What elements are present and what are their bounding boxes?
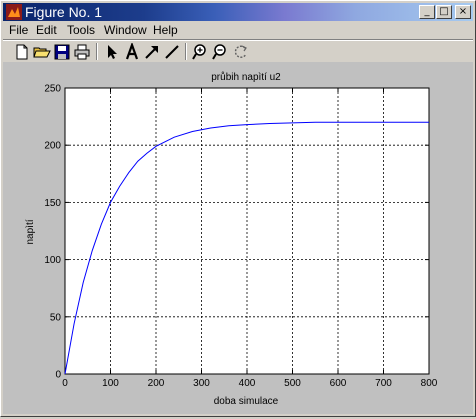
maximize-icon: □: [439, 6, 449, 17]
select-arrow-icon[interactable]: [103, 43, 121, 61]
figure-canvas: průbih napìtí u2 0 100 200 300 400 500 600 700 8…: [3, 62, 473, 414]
title-bar[interactable]: Figure No. 1 _ □ ×: [3, 3, 473, 21]
y-tick-label: 0: [55, 370, 61, 381]
maximize-button[interactable]: □: [436, 5, 452, 19]
y-tick-label: 200: [44, 141, 61, 152]
x-tick-label: 200: [148, 378, 165, 389]
x-tick-labels: 0 100 200 300 400 500 600 700 800: [62, 378, 438, 389]
chart-title: průbih napìtí u2: [211, 71, 281, 83]
matlab-logo-icon: [6, 4, 22, 20]
close-button[interactable]: ×: [455, 5, 471, 19]
x-axis-label: doba simulace: [214, 396, 279, 407]
open-folder-icon[interactable]: [33, 43, 51, 61]
x-tick-label: 600: [330, 378, 347, 389]
y-axis-label: napìtí: [25, 219, 36, 244]
x-tick-label: 500: [284, 378, 301, 389]
line-chart: průbih napìtí u2 0 100 200 300 400 500 600 700 8…: [25, 71, 438, 407]
x-tick-label: 800: [421, 378, 438, 389]
x-tick-label: 300: [193, 378, 210, 389]
window-title: Figure No. 1: [25, 4, 103, 20]
save-icon[interactable]: [53, 43, 71, 61]
menu-file[interactable]: File: [9, 21, 28, 39]
toolbar: [3, 39, 473, 62]
figure-window: Figure No. 1 _ □ × File Edit Tools Windo…: [0, 0, 476, 417]
zoom-out-icon[interactable]: [212, 43, 230, 61]
y-tick-label: 250: [44, 84, 61, 95]
menu-help[interactable]: Help: [153, 21, 178, 39]
minimize-button[interactable]: _: [419, 5, 435, 19]
arrow-insert-icon[interactable]: [143, 43, 161, 61]
rotate-icon[interactable]: [232, 43, 250, 61]
menu-window[interactable]: Window: [104, 21, 147, 39]
line-insert-icon[interactable]: [163, 43, 181, 61]
axes-area[interactable]: [65, 88, 429, 374]
text-insert-icon[interactable]: [123, 43, 141, 61]
x-tick-label: 400: [239, 378, 256, 389]
y-tick-labels: 0 50 100 150 200 250: [44, 84, 61, 381]
zoom-in-icon[interactable]: [192, 43, 210, 61]
menu-bar: File Edit Tools Window Help: [3, 21, 473, 39]
close-icon: ×: [458, 6, 468, 17]
y-tick-label: 50: [50, 312, 62, 323]
x-tick-label: 700: [375, 378, 392, 389]
minimize-icon: _: [424, 6, 430, 17]
y-tick-label: 150: [44, 198, 61, 209]
menu-edit[interactable]: Edit: [36, 21, 57, 39]
x-tick-label: 0: [62, 378, 68, 389]
toolbar-separator: [185, 43, 187, 60]
print-icon[interactable]: [73, 43, 91, 61]
new-file-icon[interactable]: [13, 43, 31, 61]
toolbar-separator: [96, 43, 98, 60]
y-tick-label: 100: [44, 255, 61, 266]
x-tick-label: 100: [102, 378, 119, 389]
menu-tools[interactable]: Tools: [67, 21, 95, 39]
